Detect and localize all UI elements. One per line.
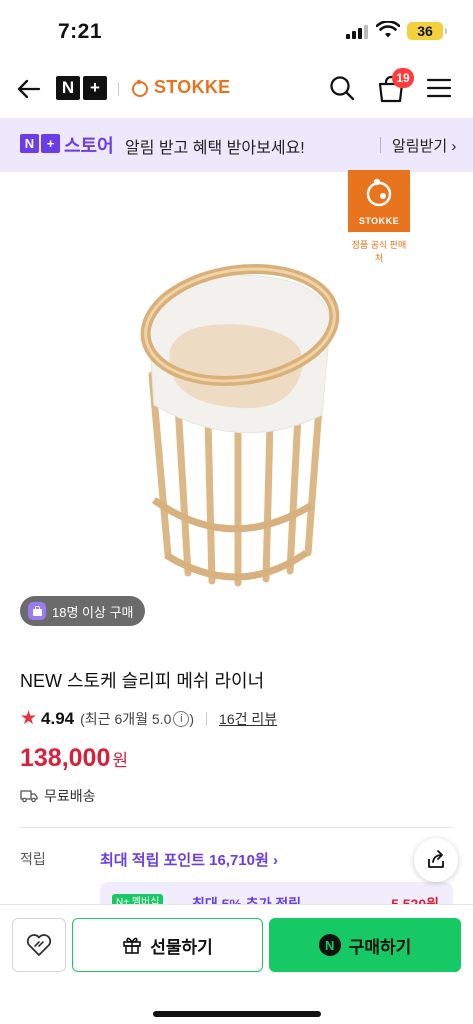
- rating-score: 4.94: [41, 708, 75, 728]
- share-button[interactable]: [414, 838, 458, 882]
- badge-brand-text: STOKKE: [358, 216, 400, 226]
- cart-count-badge: 19: [392, 68, 414, 88]
- share-icon: [428, 850, 444, 868]
- promo-logo-n: N: [20, 134, 39, 153]
- brand-name: STOKKE: [154, 77, 231, 97]
- recent-rating-text: (최근 6개월 5.0: [80, 710, 172, 727]
- heart-icon: [26, 934, 52, 956]
- back-arrow-icon[interactable]: [14, 74, 44, 104]
- price-value: 138,000: [20, 744, 111, 772]
- delivery-truck-icon: [20, 790, 38, 803]
- gift-button[interactable]: 선물하기: [72, 918, 263, 972]
- crib-product-image: [140, 263, 340, 587]
- recent-rating[interactable]: (최근 6개월 5.0 i ): [80, 709, 194, 729]
- product-price: 138,000 원: [20, 744, 128, 773]
- gift-icon: [123, 937, 142, 954]
- purchase-action-bar: 선물하기 N 구매하기: [0, 904, 473, 1024]
- status-time: 7:21: [58, 20, 103, 43]
- stokke-badge-logo-icon: [366, 178, 392, 207]
- hamburger-menu-icon[interactable]: [425, 76, 453, 100]
- price-unit: 원: [112, 751, 129, 770]
- review-count-link[interactable]: 16건 리뷰: [219, 709, 277, 729]
- signal-icon: [346, 24, 368, 39]
- star-icon: ★: [20, 708, 38, 729]
- shipping-text: 무료배송: [44, 788, 96, 804]
- logo-n: N: [56, 76, 80, 100]
- buy-button-label: 구매하기: [348, 937, 412, 957]
- promo-text: 알림 받고 혜택 받아보세요!: [125, 140, 305, 157]
- recent-rating-close: ): [189, 710, 195, 727]
- home-indicator: [153, 1011, 321, 1017]
- logo-plus: +: [83, 76, 107, 100]
- official-seller-badge: STOKKE: [348, 170, 410, 232]
- promo-logo-plus: +: [41, 134, 60, 153]
- info-icon[interactable]: i: [173, 710, 190, 727]
- wishlist-button[interactable]: [12, 918, 66, 972]
- stokke-logo-icon: [132, 79, 148, 97]
- gift-button-label: 선물하기: [150, 937, 213, 957]
- promo-store-label: 스토어: [64, 136, 114, 156]
- battery-indicator: 36: [407, 22, 447, 40]
- naver-pay-icon: N: [318, 934, 341, 956]
- brand-store-link[interactable]: STOKKE: [130, 77, 230, 98]
- promo-divider: [380, 137, 381, 153]
- notification-promo-banner[interactable]: N + 스토어 알림 받고 혜택 받아보세요! 알림받기 ›: [0, 118, 473, 172]
- points-label: 적립: [20, 851, 46, 867]
- notification-subscribe-link[interactable]: 알림받기 ›: [392, 135, 456, 156]
- shopping-bag-icon: [28, 602, 46, 620]
- shipping-info: 무료배송: [20, 786, 96, 806]
- section-divider: [20, 827, 453, 828]
- header-divider: [118, 82, 119, 96]
- search-icon[interactable]: [328, 74, 356, 102]
- buy-button[interactable]: N 구매하기: [269, 918, 461, 972]
- max-points-link[interactable]: 최대 적립 포인트 16,710원 ›: [100, 849, 278, 870]
- product-title: NEW 스토케 슬리피 메쉬 라이너: [20, 671, 265, 691]
- status-bar: 7:21 36: [0, 0, 473, 62]
- naver-plus-store-logo: N +: [20, 134, 60, 153]
- wifi-icon: [376, 21, 400, 38]
- top-navigation: N + STOKKE 19: [0, 62, 473, 116]
- buyers-count-text: 18명 이상 구매: [52, 604, 134, 620]
- rating-row: ★ 4.94 (최근 6개월 5.0 i ) 16건 리뷰: [20, 707, 277, 730]
- naver-plus-logo[interactable]: N +: [56, 76, 107, 100]
- rating-separator: [206, 711, 208, 726]
- official-seller-text: 정품 공식 판매처: [351, 240, 407, 263]
- buyers-count-chip: 18명 이상 구매: [20, 596, 146, 626]
